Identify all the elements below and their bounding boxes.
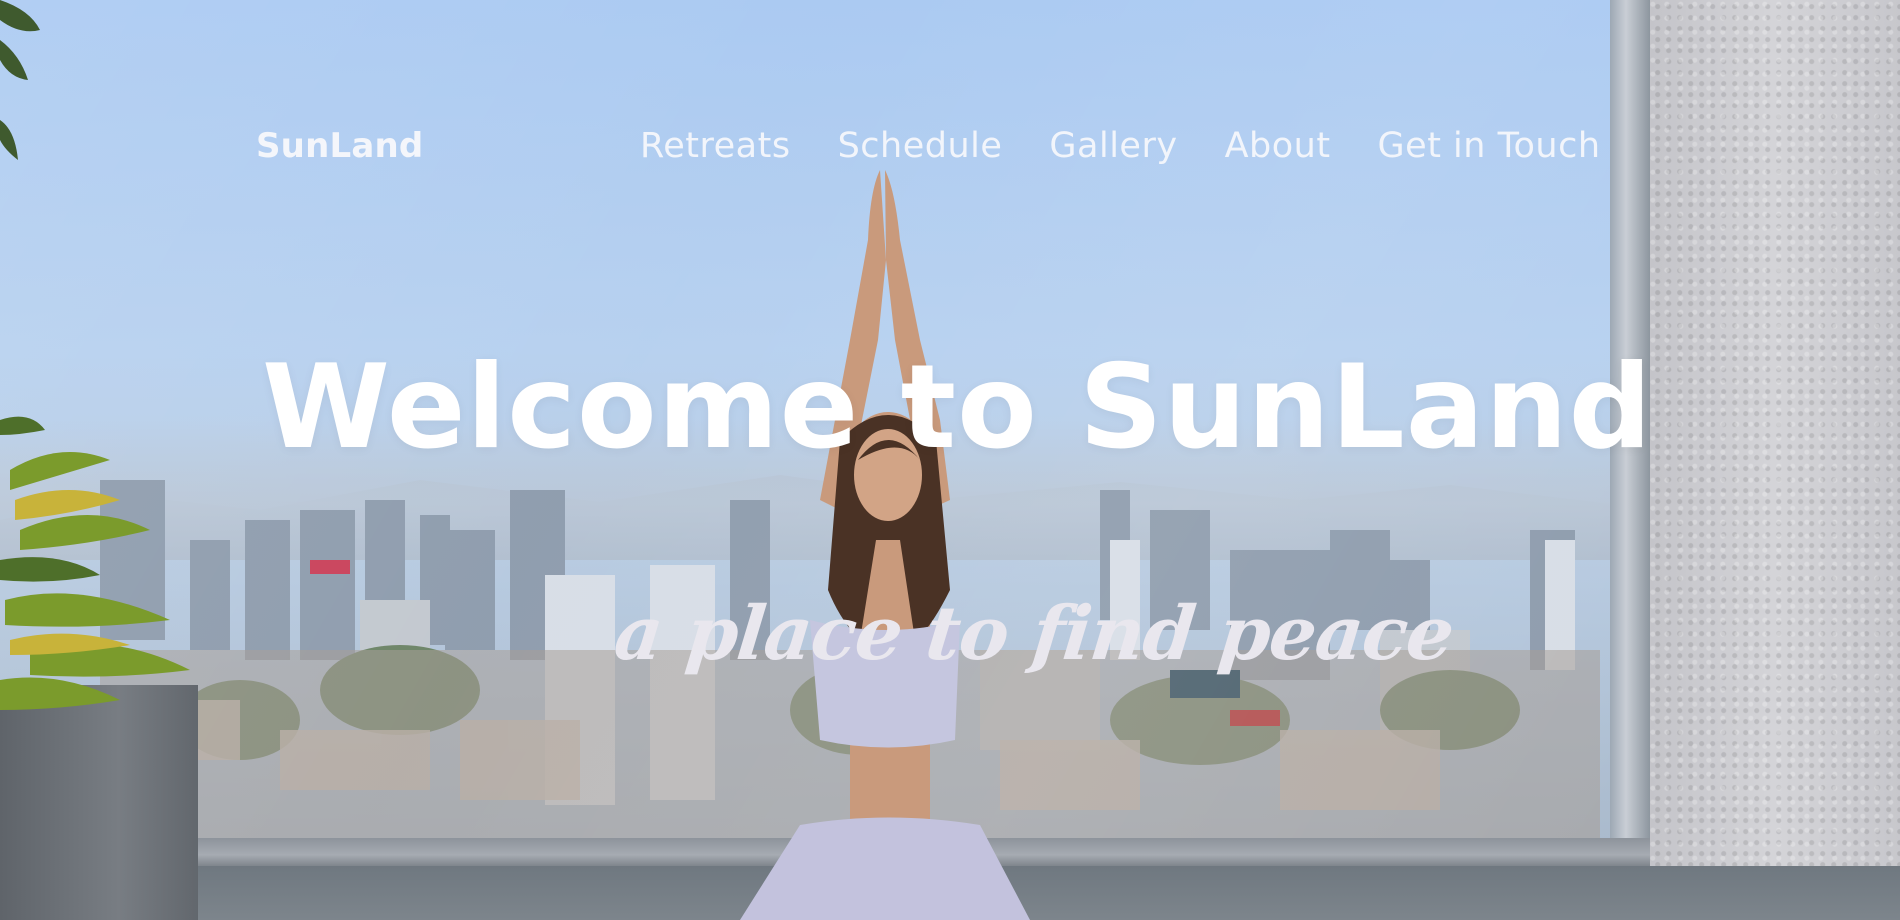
hero-section: SunLand Retreats Schedule Gallery About …	[0, 0, 1900, 920]
brand-logo-link[interactable]: SunLand	[256, 126, 423, 166]
nav-link-gallery[interactable]: Gallery	[1049, 126, 1177, 166]
nav-link-about[interactable]: About	[1225, 126, 1331, 166]
main-navigation: SunLand Retreats Schedule Gallery About …	[0, 120, 1900, 180]
potted-plant	[0, 416, 190, 710]
yoga-person-image	[740, 170, 1030, 920]
nav-link-get-in-touch[interactable]: Get in Touch	[1378, 126, 1601, 166]
nav-links: Retreats Schedule Gallery About Get in T…	[640, 126, 1601, 166]
nav-link-schedule[interactable]: Schedule	[838, 126, 1003, 166]
nav-link-retreats[interactable]: Retreats	[640, 126, 791, 166]
hero-title: Welcome to SunLand	[262, 340, 1653, 475]
hero-tagline: a place to find peace	[610, 591, 1458, 677]
